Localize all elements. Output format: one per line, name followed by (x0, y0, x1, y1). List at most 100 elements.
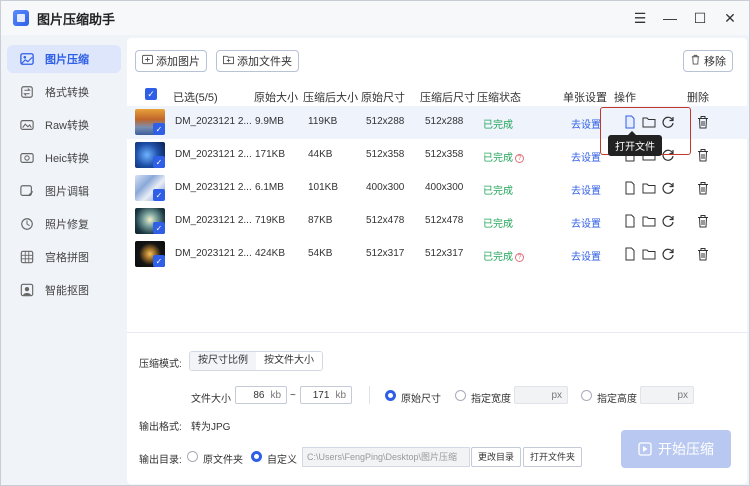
refresh-icon[interactable] (660, 245, 676, 263)
sidebar-item-smart-cutout[interactable]: 智能抠图 (7, 276, 121, 304)
size-min-input[interactable]: 86 kb (235, 386, 287, 404)
image-edit-icon (19, 183, 35, 199)
row-checkbox[interactable]: ✓ (153, 123, 165, 135)
open-file-icon[interactable] (622, 245, 638, 263)
app-window: 图片压缩助手 ☰ — ☐ ✕ 图片压缩 格式转换 Raw转换 Heic转换 图片… (0, 0, 750, 486)
file-name: DM_2023121 2... (175, 116, 252, 127)
start-label: 开始压缩 (658, 441, 714, 457)
height-input[interactable]: px (640, 386, 694, 404)
original-size-label: 原始尺寸 (401, 394, 441, 405)
size-max-input[interactable]: 171 kb (300, 386, 352, 404)
delete-icon[interactable] (695, 212, 711, 230)
refresh-icon[interactable] (660, 212, 676, 230)
file-size-label: 文件大小 (191, 394, 231, 405)
file-name: DM_2023121 2... (175, 182, 252, 193)
sidebar-item-photo-repair[interactable]: 照片修复 (7, 210, 121, 238)
open-folder-icon[interactable] (641, 212, 657, 230)
change-dir-button[interactable]: 更改目录 (471, 447, 522, 467)
sidebar-item-image-edit[interactable]: 图片调辑 (7, 177, 121, 205)
specify-width-radio[interactable] (455, 390, 466, 401)
delete-icon[interactable] (695, 179, 711, 197)
open-file-icon[interactable] (622, 212, 638, 230)
table-row[interactable]: ✓ DM_2023121 2... 6.1MB 101KB 400x300 40… (127, 172, 747, 205)
mode-by-file-size[interactable]: 按文件大小 (256, 352, 322, 370)
settings-link[interactable]: 去设置 (571, 248, 601, 263)
settings-link[interactable]: 去设置 (571, 116, 601, 131)
delete-icon[interactable] (695, 245, 711, 263)
photo-repair-icon (19, 216, 35, 232)
row-checkbox[interactable]: ✓ (153, 189, 165, 201)
header-settings: 单张设置 (563, 92, 607, 104)
close-button[interactable]: ✕ (719, 7, 741, 29)
thumbnail: ✓ (135, 109, 165, 135)
start-icon (638, 442, 652, 456)
orig-size: 719KB (255, 215, 286, 226)
custom-folder-radio[interactable] (251, 451, 262, 462)
sidebar-item-heic-convert[interactable]: Heic转换 (7, 144, 121, 172)
size-min-value: 86 (253, 389, 265, 401)
output-path-input[interactable]: C:\Users\FengPing\Desktop\图片压缩 (302, 447, 470, 467)
open-folder-icon[interactable] (641, 245, 657, 263)
header-selected: 已选(5/5) (173, 92, 218, 104)
open-folder-button[interactable]: 打开文件夹 (523, 447, 583, 467)
header-delete: 删除 (687, 92, 709, 104)
minimize-button[interactable]: — (659, 7, 681, 29)
specify-height-label: 指定高度 (597, 394, 637, 405)
orig-size: 171KB (255, 149, 286, 160)
thumbnail: ✓ (135, 241, 165, 267)
warning-icon[interactable]: ? (515, 252, 524, 262)
start-compress-button[interactable]: 开始压缩 (621, 430, 731, 468)
comp-dim: 400x300 (425, 182, 464, 193)
comp-dim: 512x288 (425, 116, 464, 127)
comp-size: 87KB (308, 215, 333, 226)
menu-icon[interactable]: ☰ (629, 7, 651, 29)
orig-size: 9.9MB (255, 116, 284, 127)
maximize-button[interactable]: ☐ (689, 7, 711, 29)
sidebar-item-label: Raw转换 (45, 120, 90, 132)
comp-size: 101KB (308, 182, 339, 193)
heic-convert-icon (19, 150, 35, 166)
settings-link[interactable]: 去设置 (571, 182, 601, 197)
row-checkbox[interactable]: ✓ (153, 156, 165, 168)
mode-by-dimension[interactable]: 按尺寸比例 (190, 352, 256, 370)
sidebar-item-grid-collage[interactable]: 宫格拼图 (7, 243, 121, 271)
remove-button[interactable]: 移除 (683, 50, 733, 72)
header-status: 压缩状态 (477, 92, 521, 104)
original-folder-radio[interactable] (187, 451, 198, 462)
sidebar-item-image-compress[interactable]: 图片压缩 (7, 45, 121, 73)
width-input[interactable]: px (514, 386, 568, 404)
select-all-checkbox[interactable]: ✓ (145, 88, 157, 100)
header-actions: 操作 (614, 92, 636, 104)
sidebar-item-raw-convert[interactable]: Raw转换 (7, 111, 121, 139)
sidebar-item-format-convert[interactable]: 格式转换 (7, 78, 121, 106)
settings-link[interactable]: 去设置 (571, 149, 601, 164)
add-folder-button[interactable]: 添加文件夹 (216, 50, 299, 72)
delete-icon[interactable] (695, 113, 711, 131)
specify-height-radio[interactable] (581, 390, 592, 401)
table-row[interactable]: ✓ DM_2023121 2... 719KB 87KB 512x478 512… (127, 205, 747, 238)
table-row[interactable]: ✓ DM_2023121 2... 424KB 54KB 512x317 512… (127, 238, 747, 271)
open-file-icon[interactable] (622, 179, 638, 197)
refresh-icon[interactable] (660, 179, 676, 197)
open-folder-icon[interactable] (641, 179, 657, 197)
delete-icon[interactable] (695, 146, 711, 164)
comp-size: 54KB (308, 248, 333, 259)
orig-size: 6.1MB (255, 182, 284, 193)
add-image-button[interactable]: 添加图片 (135, 50, 207, 72)
thumbnail: ✓ (135, 142, 165, 168)
settings-link[interactable]: 去设置 (571, 215, 601, 230)
row-checkbox[interactable]: ✓ (153, 222, 165, 234)
warning-icon[interactable]: ? (515, 153, 524, 163)
original-size-radio[interactable] (385, 390, 396, 401)
format-convert-icon (19, 84, 35, 100)
height-unit: px (677, 389, 688, 401)
file-name: DM_2023121 2... (175, 248, 252, 259)
add-folder-label: 添加文件夹 (237, 56, 292, 68)
orig-dim: 512x478 (366, 215, 405, 226)
row-checkbox[interactable]: ✓ (153, 255, 165, 267)
remove-label: 移除 (704, 56, 726, 68)
size-max-value: 171 (312, 389, 330, 401)
comp-dim: 512x317 (425, 248, 464, 259)
status-text: 已完成 (483, 219, 513, 230)
thumbnail: ✓ (135, 175, 165, 201)
